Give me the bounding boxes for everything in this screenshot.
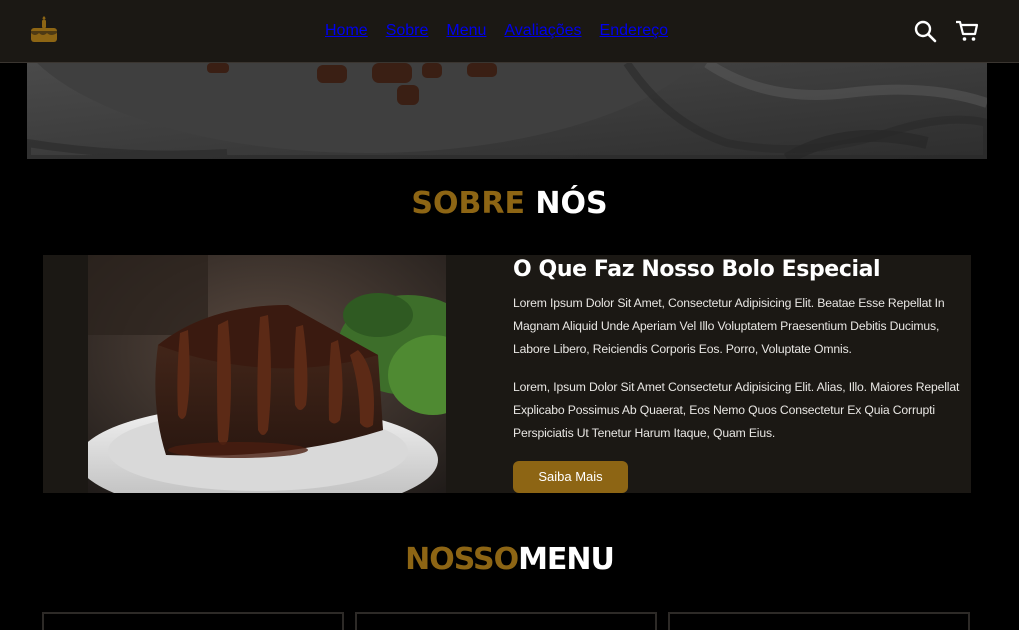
menu-card[interactable] — [355, 612, 657, 630]
about-title-main: NÓS — [535, 186, 608, 221]
about-paragraph-2: Lorem, Ipsum Dolor Sit Amet Consectetur … — [513, 380, 960, 440]
menu-title-accent: NOSSO — [405, 542, 519, 577]
about-text: O Que Faz Nosso Bolo Especial Lorem Ipsu… — [513, 255, 965, 445]
about-heading: O Que Faz Nosso Bolo Especial — [513, 257, 881, 282]
hero-image — [27, 63, 987, 159]
nav-home[interactable]: Home — [325, 22, 368, 40]
search-icon[interactable] — [913, 19, 937, 43]
about-section-title: SOBRE NÓS — [0, 186, 1019, 221]
menu-card[interactable] — [42, 612, 344, 630]
cake-photo — [88, 255, 446, 493]
about-paragraph-1: Lorem Ipsum Dolor Sit Amet, Consectetur … — [513, 296, 945, 356]
site-header: Home Sobre Menu Avaliações Endereço — [0, 0, 1019, 63]
menu-section-title: NOSSOMENU — [0, 542, 1019, 577]
about-panel: O Que Faz Nosso Bolo Especial Lorem Ipsu… — [43, 255, 971, 493]
nav-avaliacoes[interactable]: Avaliações — [504, 22, 581, 40]
nav-menu[interactable]: Menu — [446, 22, 486, 40]
menu-title-main: MENU — [518, 542, 615, 577]
menu-card[interactable] — [668, 612, 970, 630]
main-nav: Home Sobre Menu Avaliações Endereço — [325, 22, 668, 40]
nav-sobre[interactable]: Sobre — [386, 22, 429, 40]
saiba-mais-button[interactable]: Saiba Mais — [513, 461, 628, 493]
cake-icon[interactable] — [29, 16, 59, 44]
about-title-accent: SOBRE — [411, 186, 525, 221]
cart-icon[interactable] — [955, 19, 979, 43]
nav-endereco[interactable]: Endereço — [600, 22, 669, 40]
